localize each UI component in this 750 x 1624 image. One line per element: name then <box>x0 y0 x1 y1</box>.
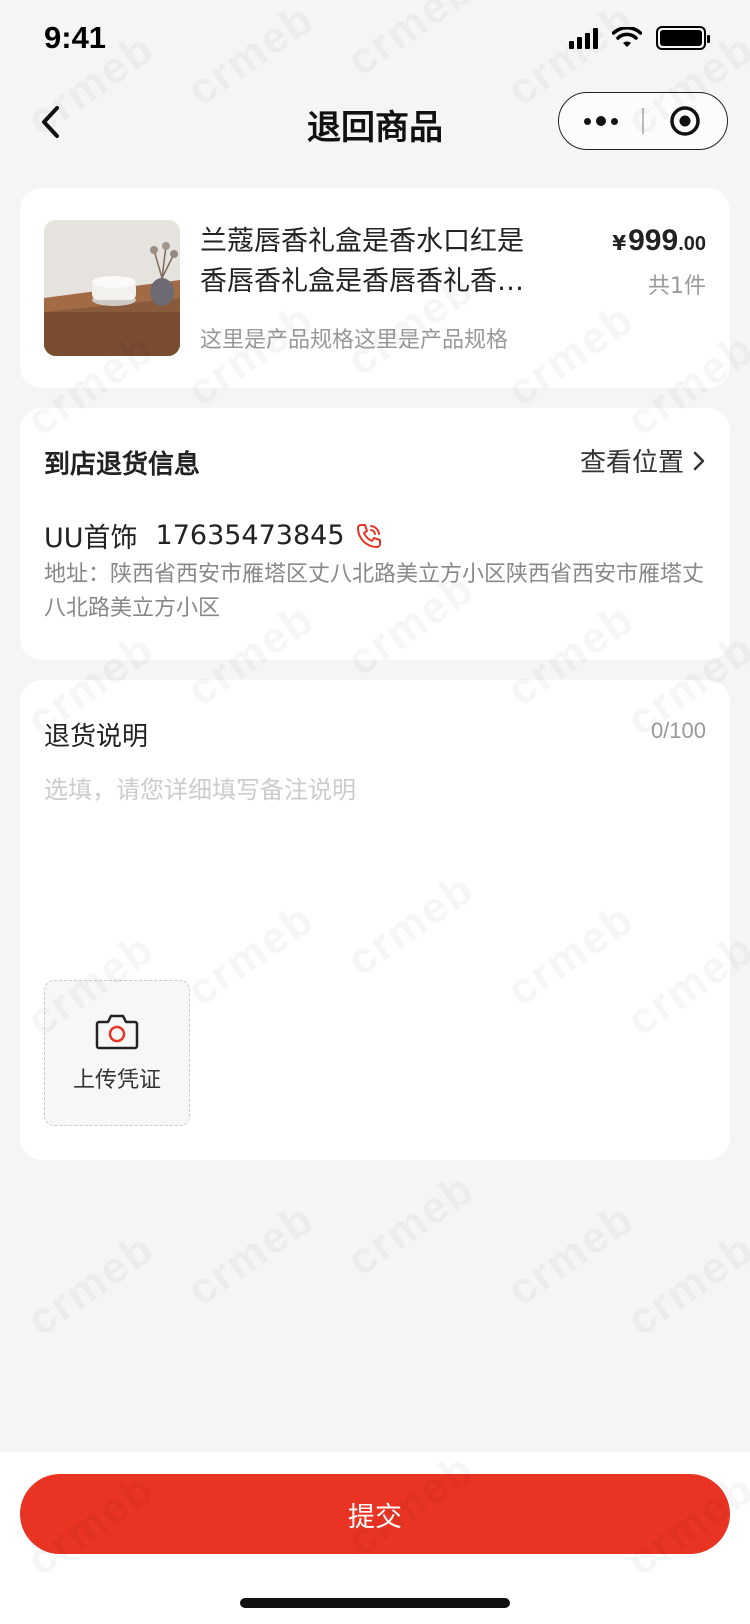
product-card: 兰蔻唇香礼盒是香水口红是香唇香礼盒是香唇香礼香唇香礼盒是香唇香礼盒 这里是产品规… <box>20 188 730 388</box>
watermark: crmeb <box>339 1164 484 1286</box>
view-location-link[interactable]: 查看位置 <box>580 442 706 479</box>
call-phone-button[interactable] <box>355 522 383 550</box>
status-bar: 9:41 <box>0 0 750 80</box>
product-photo-graphic <box>44 220 180 356</box>
product-price: ¥ 999 .00 <box>612 224 706 258</box>
return-goods-page: 9:41 退回商品 兰蔻唇香礼盒是香水口红是香唇香礼盒是香唇香礼香唇 这里是产品… <box>0 0 750 1624</box>
phone-icon <box>356 523 381 548</box>
product-quantity: 共1件 <box>648 274 706 299</box>
return-note-title: 退货说明 <box>44 722 149 752</box>
price-integer: 999 <box>628 224 679 257</box>
view-location-label: 查看位置 <box>579 448 684 478</box>
more-dots-icon <box>583 116 618 126</box>
price-decimal: .00 <box>678 233 706 255</box>
store-address: 地址：陕西省西安市雁塔区丈八北路美立方小区陕西省西安市雁塔丈八北路美立方小区 <box>44 562 705 621</box>
status-time: 9:41 <box>44 20 107 55</box>
return-note-card: 退货说明 0/100 上传凭证 <box>20 680 730 1160</box>
store-contact: UU首饰 17635473845 <box>44 516 383 555</box>
character-count: 0/100 <box>650 718 706 743</box>
close-miniprogram-button[interactable] <box>644 93 727 149</box>
store-info-title: 到店退货信息 <box>44 450 201 480</box>
cellular-signal-icon <box>569 27 598 49</box>
nav-bar: 退回商品 <box>0 84 750 160</box>
submit-button[interactable]: 提交 <box>20 1474 730 1554</box>
target-close-icon <box>670 106 701 136</box>
upload-proof-button[interactable]: 上传凭证 <box>44 980 190 1126</box>
bottom-bar: 提交 <box>0 1452 750 1624</box>
store-name: UU首饰 <box>44 523 138 554</box>
watermark: crmeb <box>179 1194 324 1316</box>
product-image <box>44 220 180 356</box>
status-icons <box>569 26 710 50</box>
watermark: crmeb <box>499 1194 644 1316</box>
store-phone: 17635473845 <box>155 520 345 551</box>
wifi-icon <box>612 27 642 47</box>
camera-icon <box>95 1014 139 1050</box>
battery-icon <box>656 26 710 50</box>
store-return-info-card: 到店退货信息 查看位置 UU首饰 17635473845 地址：陕西省西安市雁塔… <box>20 408 730 660</box>
return-note-input[interactable] <box>44 772 706 932</box>
more-menu-button[interactable] <box>559 93 642 149</box>
home-indicator <box>240 1598 510 1608</box>
upload-proof-label: 上传凭证 <box>72 1068 161 1093</box>
watermark: crmeb <box>619 1224 750 1346</box>
chevron-right-icon <box>693 451 705 470</box>
product-name: 兰蔻唇香礼盒是香水口红是香唇香礼盒是香唇香礼香唇香礼盒是香唇香礼盒 <box>200 226 524 297</box>
miniprogram-capsule <box>558 92 728 150</box>
watermark: crmeb <box>19 1224 164 1346</box>
price-symbol: ¥ <box>612 231 627 255</box>
product-spec: 这里是产品规格这里是产品规格 <box>200 328 509 353</box>
